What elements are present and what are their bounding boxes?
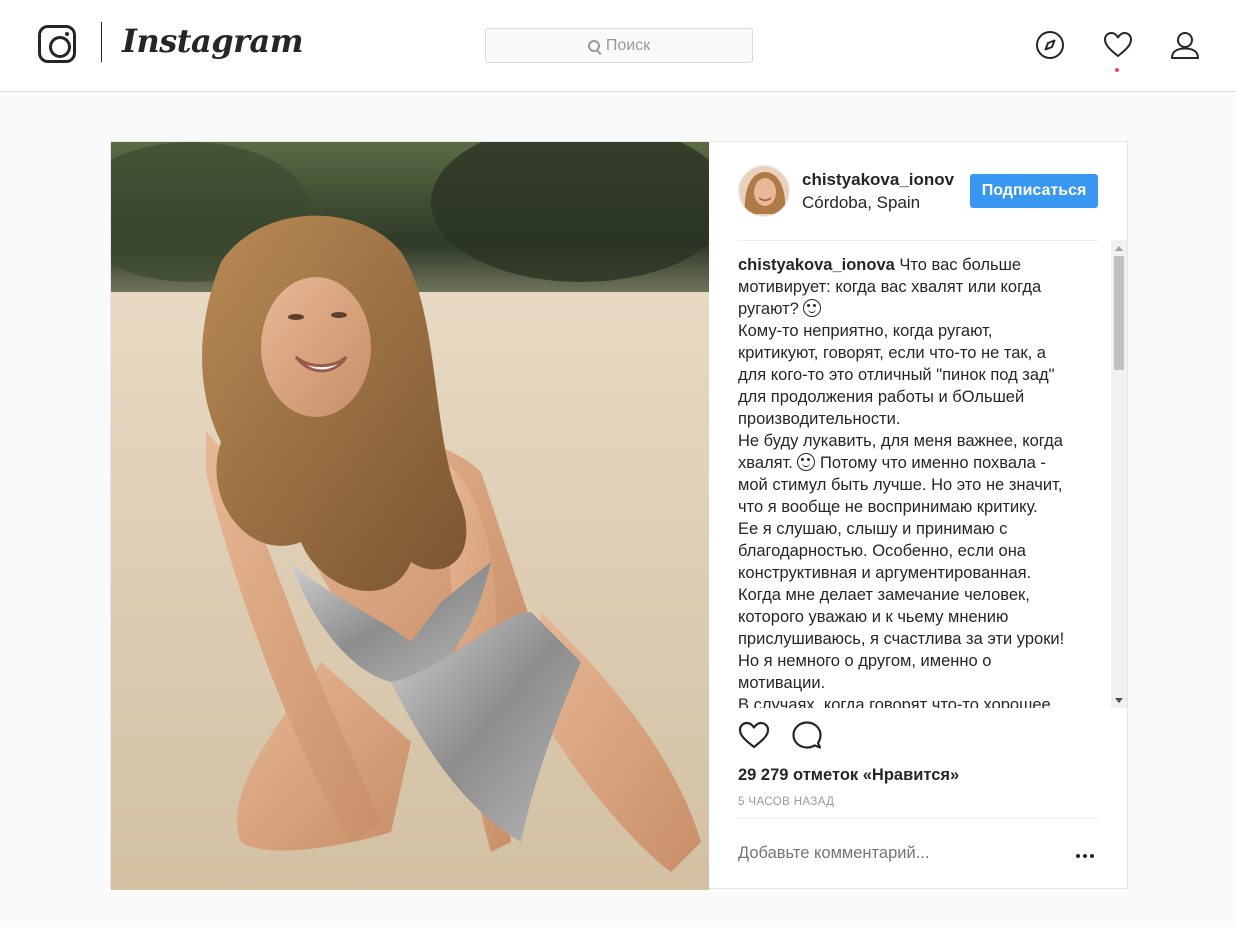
caption-scroll-area[interactable]: chistyakova_ionova Что вас больше мотиви… [738,254,1108,708]
post-location[interactable]: Córdoba, Spain [802,193,920,213]
compass-icon[interactable] [1035,30,1065,60]
post-actions [738,720,822,755]
avatar[interactable] [738,165,790,217]
caption-line: Кому-то неприятно, когда ругают, [738,322,993,340]
search-placeholder: Поиск [605,36,651,54]
caption-line: мой стимул быть лучше. Но это не значит, [738,476,1063,494]
post-timestamp[interactable]: 5 ЧАСОВ НАЗАД [738,796,834,808]
caption-line: В случаях, когда говорят что-то хорошее [738,696,1051,708]
post-card: chistyakova_ionov Córdoba, Spain Подписа… [110,141,1129,890]
comment-icon[interactable] [792,720,822,755]
logo-divider [101,22,102,62]
caption-line: для продолжения работы и бОльшей [738,388,1025,406]
divider [738,818,1098,819]
caption-line: благодарностью. Особенно, если она [738,542,1026,560]
profile-icon[interactable] [1170,30,1200,60]
caption-scrollbar[interactable] [1111,240,1127,708]
heart-icon[interactable] [1103,30,1133,60]
like-icon[interactable] [738,720,770,755]
post-photo[interactable] [111,142,709,890]
caption-line: критикуют, говорят, если что-то не так, … [738,344,1046,362]
instagram-wordmark[interactable]: Instagram [122,22,304,60]
emoji-icon [803,299,822,317]
caption-line: ругают? [738,300,804,318]
scroll-up-arrow-icon[interactable] [1115,246,1123,251]
caption-line: Потому что именно похвала - [815,454,1046,472]
caption-text: chistyakova_ionova Что вас больше мотиви… [738,254,1108,708]
post-details-panel: chistyakova_ionov Córdoba, Spain Подписа… [709,142,1129,890]
caption-line: что я вообще не воспринимаю критику. [738,498,1038,516]
search-icon [587,39,600,52]
caption-line: Когда мне делает замечание человек, [738,586,1030,604]
scroll-down-arrow-icon[interactable] [1115,698,1123,703]
instagram-camera-logo-icon[interactable] [38,25,76,63]
top-navigation-bar: Instagram Поиск [0,0,1236,92]
scroll-thumb[interactable] [1114,256,1124,370]
caption-line: которого уважаю и к чьему мнению [738,608,1009,626]
caption-line: конструктивная и аргументированная. [738,564,1032,582]
caption-username[interactable]: chistyakova_ionova [738,256,895,274]
search-input[interactable]: Поиск [485,28,753,63]
caption-line: Но я немного о другом, именно о [738,652,992,670]
notification-dot [1115,68,1119,72]
comment-input[interactable] [738,844,1058,863]
caption-line: Не буду лукавить, для меня важнее, когда [738,432,1063,450]
caption-line: производительности. [738,410,901,428]
caption-line: Что вас больше [899,256,1022,274]
caption-line: хвалят. [738,454,798,472]
divider [738,240,1098,241]
caption-line: мотивации. [738,674,826,692]
caption-line: для кого-то это отличный "пинок под зад" [738,366,1055,384]
like-count[interactable]: 29 279 отметок «Нравится» [738,766,959,785]
more-options-icon[interactable] [1076,854,1094,858]
post-username[interactable]: chistyakova_ionov [802,170,954,190]
caption-line: Ее я слушаю, слышу и принимаю с [738,520,1008,538]
follow-button[interactable]: Подписаться [970,174,1098,208]
caption-line: прислушиваюсь, я счастлива за эти уроки! [738,630,1065,648]
emoji-icon [797,453,816,471]
caption-line: мотивирует: когда вас хвалят или когда [738,278,1042,296]
